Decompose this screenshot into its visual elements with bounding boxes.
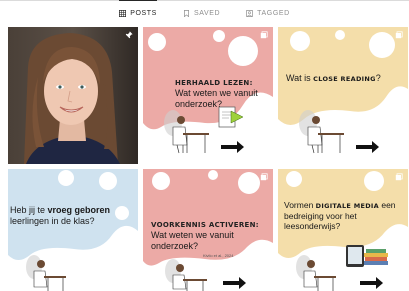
portrait-photo xyxy=(8,27,138,164)
tab-tagged[interactable]: TAGGED xyxy=(246,1,290,25)
post-voorkennis-activeren[interactable]: Voorkennis activeren: Wat weten we vanui… xyxy=(143,169,273,291)
posts-grid: Herhaald lezen: Wat weten we vanuit onde… xyxy=(8,27,409,291)
post-close-reading[interactable]: Wat is close reading? xyxy=(278,27,408,164)
post-text: Vormen digitale media een bedreiging voo… xyxy=(284,200,406,231)
blob-background xyxy=(278,27,408,154)
post-heading: Voorkennis activeren: xyxy=(151,221,259,229)
post-text: Wat is close reading? xyxy=(286,73,404,85)
tab-posts[interactable]: POSTS xyxy=(119,0,157,25)
carousel-icon xyxy=(260,31,268,39)
profile-tabs: POSTS SAVED TAGGED xyxy=(0,0,409,24)
post-digitale-media[interactable]: Vormen digitale media een bedreiging voo… xyxy=(278,169,408,291)
tag-icon xyxy=(246,9,254,17)
post-text-end: ? xyxy=(375,73,381,83)
tab-posts-label: POSTS xyxy=(130,9,157,17)
post-highlight: digitale media xyxy=(315,202,379,210)
post-highlight: close reading xyxy=(313,75,376,83)
post-herhaald-lezen[interactable]: Herhaald lezen: Wat weten we vanuit onde… xyxy=(143,27,273,164)
post-text: Heb jij te vroeg geboren leerlingen in d… xyxy=(10,205,130,226)
post-text-start: Heb jij te xyxy=(10,205,48,215)
post-caption: Kivilo et al., 2024 xyxy=(203,253,234,258)
post-text: Wat weten we vanuit onderzoek? xyxy=(175,88,258,109)
carousel-icon xyxy=(395,173,403,181)
post-text-start: Wat is xyxy=(286,73,314,83)
bookmark-icon xyxy=(183,9,189,17)
carousel-icon xyxy=(395,31,403,39)
tab-tagged-label: TAGGED xyxy=(257,9,290,17)
post-heading: Herhaald lezen: xyxy=(175,79,253,87)
carousel-icon xyxy=(260,173,268,181)
post-text: Wat weten we vanuit onderzoek? xyxy=(151,230,234,251)
grid-icon xyxy=(119,9,127,17)
post-photo[interactable] xyxy=(8,27,138,164)
tab-saved-label: SAVED xyxy=(193,9,221,17)
post-text-start: Vormen xyxy=(284,200,316,210)
post-highlight: vroeg geboren xyxy=(47,205,111,215)
post-text-end: leerlingen in de klas? xyxy=(10,215,95,226)
pin-icon xyxy=(125,31,133,39)
post-vroeg-geboren[interactable]: Heb jij te vroeg geboren leerlingen in d… xyxy=(8,169,138,291)
blob-background xyxy=(8,169,138,291)
tab-saved[interactable]: SAVED xyxy=(183,1,220,25)
